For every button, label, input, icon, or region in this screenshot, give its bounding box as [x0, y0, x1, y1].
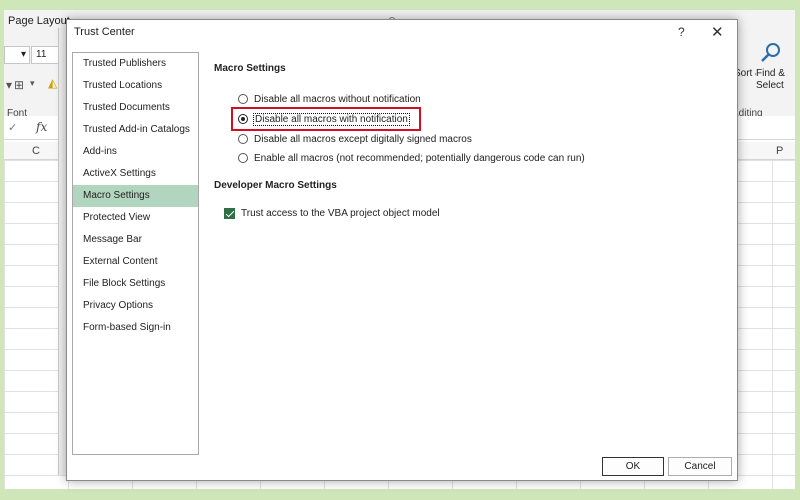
nav-item-protected-view[interactable]: Protected View: [73, 207, 198, 229]
nav-item-form-based-sign-in[interactable]: Form-based Sign-in: [73, 317, 198, 339]
checkbox-label: Trust access to the VBA project object m…: [241, 207, 440, 219]
chevron-down-icon[interactable]: ▾: [6, 78, 12, 92]
insert-function-icon[interactable]: fx: [36, 120, 47, 134]
frame-bottom-border: [0, 489, 800, 500]
developer-macro-settings-heading: Developer Macro Settings: [214, 180, 337, 191]
close-icon[interactable]: ✕: [711, 23, 724, 41]
option-label: Disable all macros except digitally sign…: [254, 133, 472, 145]
option-disable-except-signed[interactable]: Disable all macros except digitally sign…: [238, 131, 472, 147]
nav-item-privacy-options[interactable]: Privacy Options: [73, 295, 198, 317]
borders-icon[interactable]: ⊞: [14, 78, 24, 92]
radio-button[interactable]: [238, 94, 248, 104]
nav-item-file-block-settings[interactable]: File Block Settings: [73, 273, 198, 295]
frame-right-border: [795, 0, 800, 500]
nav-item-macro-settings[interactable]: Macro Settings: [73, 185, 198, 207]
highlight-annotation-box: [231, 107, 421, 131]
macro-settings-heading: Macro Settings: [214, 63, 286, 74]
radio-button[interactable]: [238, 134, 248, 144]
option-enable-all-macros[interactable]: Enable all macros (not recommended; pote…: [238, 150, 585, 166]
vba-trust-option[interactable]: Trust access to the VBA project object m…: [224, 206, 440, 220]
nav-item-trusted-publishers[interactable]: Trusted Publishers: [73, 53, 198, 75]
nav-item-add-ins[interactable]: Add-ins: [73, 141, 198, 163]
find-select-label[interactable]: Find & Select: [756, 68, 795, 92]
find-select-icon[interactable]: [760, 42, 782, 64]
nav-item-activex-settings[interactable]: ActiveX Settings: [73, 163, 198, 185]
checkbox-checked[interactable]: [224, 207, 235, 219]
frame-left-border: [0, 0, 4, 500]
nav-item-message-bar[interactable]: Message Bar: [73, 229, 198, 251]
font-size-field[interactable]: 11: [31, 46, 61, 64]
trust-center-nav: Trusted Publishers Trusted Locations Tru…: [72, 52, 199, 455]
option-disable-without-notification[interactable]: Disable all macros without notification: [238, 91, 421, 107]
dialog-title: Trust Center: [74, 26, 135, 38]
ok-button[interactable]: OK: [602, 457, 664, 476]
tab-page-layout[interactable]: Page Layout: [8, 15, 70, 27]
frame-top-border: [0, 0, 800, 10]
cancel-button[interactable]: Cancel: [668, 457, 732, 476]
nav-item-trusted-documents[interactable]: Trusted Documents: [73, 97, 198, 119]
cancel-entry-icon[interactable]: ✓: [8, 121, 17, 134]
help-icon[interactable]: ?: [678, 25, 685, 39]
column-letter[interactable]: P: [776, 145, 783, 157]
option-label: Enable all macros (not recommended; pote…: [254, 152, 585, 164]
radio-button[interactable]: [238, 153, 248, 163]
trust-center-dialog: Trust Center ? ✕ Trusted Publishers Trus…: [66, 19, 738, 481]
fill-color-icon[interactable]: ◭: [48, 76, 57, 90]
nav-item-trusted-add-in-catalogs[interactable]: Trusted Add-in Catalogs: [73, 119, 198, 141]
option-label: Disable all macros without notification: [254, 93, 421, 105]
nav-item-external-content[interactable]: External Content: [73, 251, 198, 273]
nav-item-trusted-locations[interactable]: Trusted Locations: [73, 75, 198, 97]
font-name-dropdown[interactable]: ▾: [4, 46, 30, 64]
chevron-down-icon[interactable]: ▾: [30, 78, 35, 89]
column-letter[interactable]: C: [32, 145, 40, 157]
